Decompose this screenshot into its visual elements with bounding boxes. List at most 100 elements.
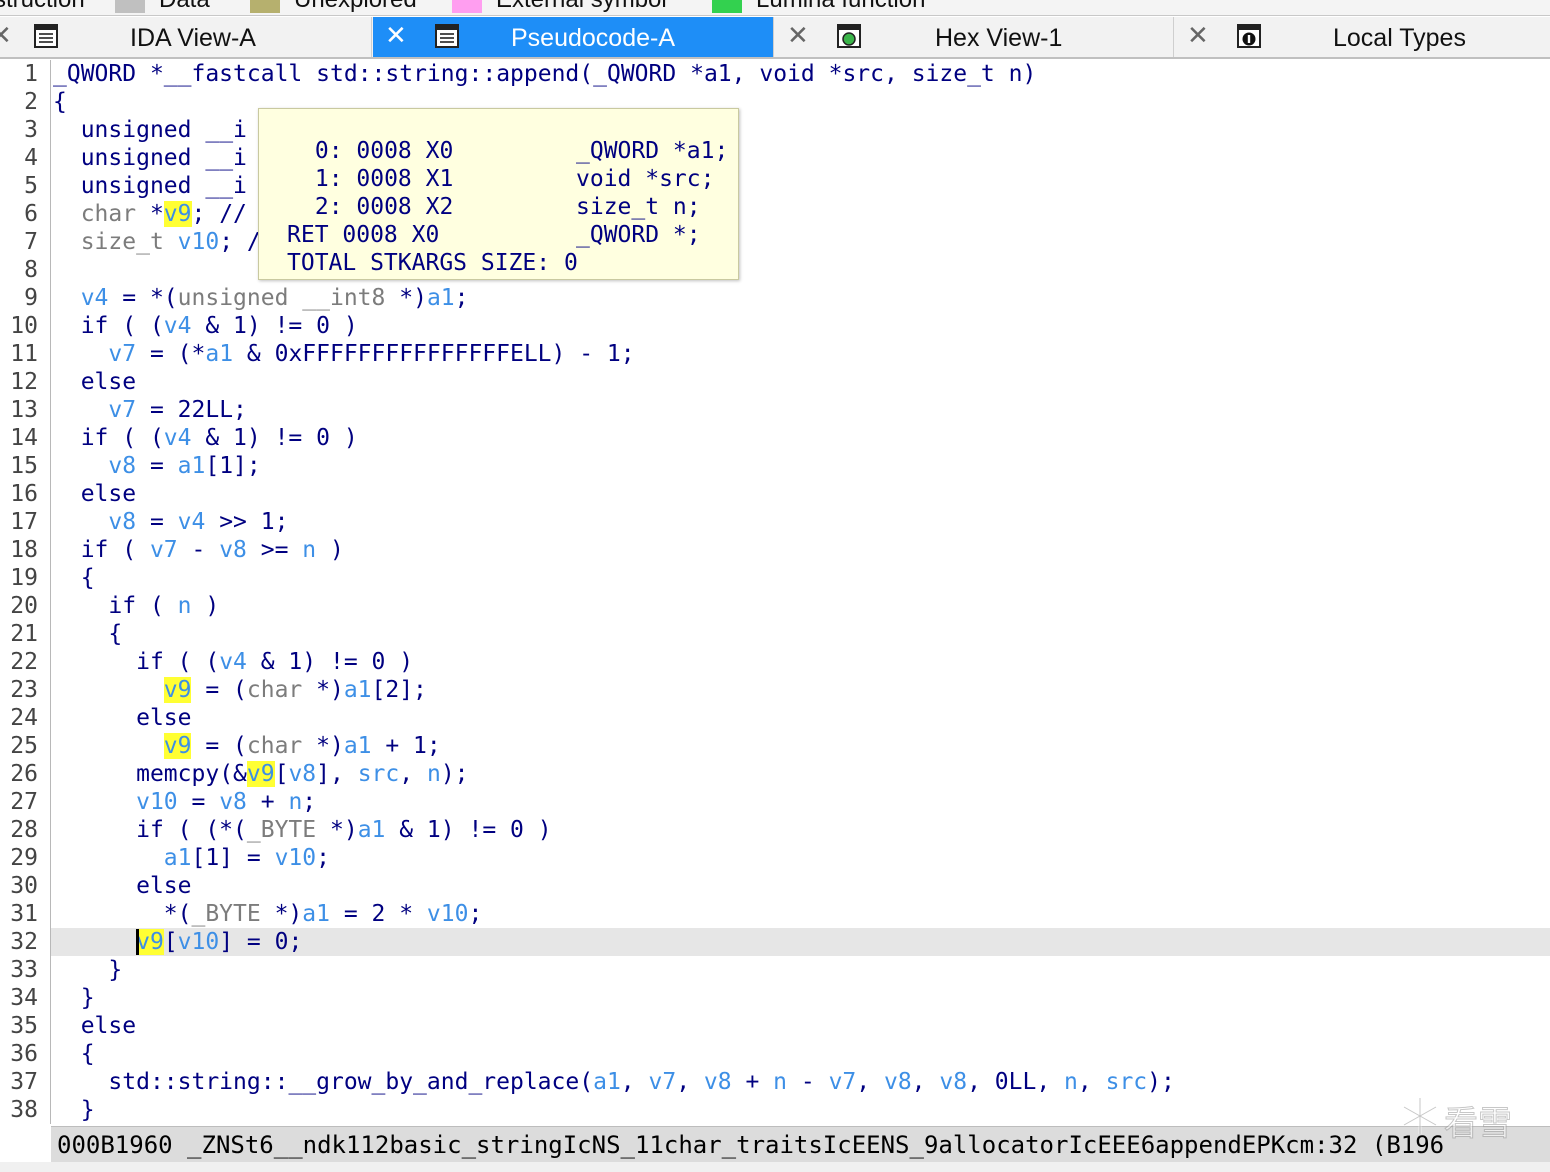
tooltip-decl: void *src; [576,166,715,192]
line-number: 18 [10,537,38,563]
argument-tooltip: 0: 0008 X0 _QWORD *a1; 1: 0008 X1 void *… [258,108,739,280]
line-number: 32 [10,929,38,955]
line-number: 9 [24,285,38,311]
local-types-icon [1237,24,1261,48]
tooltip-total: TOTAL STKARGS SIZE: 0 [287,250,578,276]
code-line[interactable]: v8 = v4 >> 1; [53,508,288,536]
line-number: 30 [10,873,38,899]
code-line[interactable]: { [53,1040,95,1068]
code-line[interactable]: else [53,480,136,508]
line-number: 36 [10,1041,38,1067]
line-number: 35 [10,1013,38,1039]
code-line[interactable]: char *v9; // [53,200,247,228]
code-line[interactable]: } [53,956,122,984]
legend-swatch [250,0,280,13]
code-line[interactable]: memcpy(&v9[v8], src, n); [53,760,469,788]
line-number: 17 [10,509,38,535]
code-line[interactable]: unsigned __i [53,116,247,144]
code-line[interactable]: unsigned __i [53,172,247,200]
tab-label: IDA View-A [130,24,256,52]
list-view-icon [34,24,58,48]
line-number: 24 [10,705,38,731]
legend-item-instruction: struction [0,0,85,14]
line-number: 11 [10,341,38,367]
code-line[interactable]: { [53,620,122,648]
code-line[interactable]: } [53,1096,95,1124]
code-line[interactable]: if ( v7 - v8 >= n ) [53,536,344,564]
code-line[interactable]: std::string::__grow_by_and_replace(a1, v… [53,1068,1174,1096]
line-number: 28 [10,817,38,843]
close-icon[interactable]: ✕ [1187,23,1209,49]
line-number: 26 [10,761,38,787]
line-number: 25 [10,733,38,759]
snowflake-icon [1403,1098,1437,1134]
line-number: 3 [24,117,38,143]
status-bar: 000B1960 _ZNSt6__ndk112basic_stringIcNS_… [51,1126,1550,1162]
tooltip-decl: _QWORD *a1; [576,138,729,164]
status-text: 000B1960 _ZNSt6__ndk112basic_stringIcNS_… [57,1131,1445,1159]
code-line[interactable]: v7 = (*a1 & 0xFFFFFFFFFFFFFFFELL) - 1; [53,340,634,368]
close-icon[interactable]: ✕ [787,23,809,49]
code-line[interactable]: else [53,368,136,396]
tab-label: Local Types [1333,24,1466,52]
code-line[interactable]: if ( (v4 & 1) != 0 ) [53,424,358,452]
tab-pseudocode-a[interactable]: ✕ Pseudocode-A [373,17,774,57]
code-line[interactable]: } [53,984,95,1012]
legend-label: struction [0,0,85,14]
code-line[interactable]: v9[v10] = 0; [53,928,302,956]
list-view-icon [435,24,459,48]
legend-label: External symbol [496,0,667,14]
watermark: 看雪 [1398,1092,1548,1145]
code-line[interactable]: v9 = (char *)a1 + 1; [53,732,441,760]
line-number: 6 [24,201,38,227]
tab-hidden-close[interactable]: ✕ [0,17,12,57]
code-line[interactable]: a1[1] = v10; [53,844,330,872]
code-line[interactable]: v8 = a1[1]; [53,452,260,480]
code-line[interactable]: if ( n ) [53,592,219,620]
legend-item-data: Data [115,0,210,14]
line-number: 5 [24,173,38,199]
tab-ida-view-a[interactable]: IDA View-A [10,17,372,57]
hex-view-icon [837,24,861,48]
tab-hex-view-1[interactable]: ✕ Hex View-1 [775,17,1174,57]
code-line[interactable]: if ( (v4 & 1) != 0 ) [53,648,413,676]
code-line[interactable]: if ( (v4 & 1) != 0 ) [53,312,358,340]
bottom-strip [0,1162,1550,1172]
tooltip-decl: _QWORD *; [576,222,701,248]
code-line[interactable]: else [53,704,191,732]
code-line[interactable]: { [53,564,95,592]
code-line[interactable]: _QWORD *__fastcall std::string::append(_… [53,60,1036,88]
code-line[interactable]: v7 = 22LL; [53,396,247,424]
line-number: 33 [10,957,38,983]
line-number: 14 [10,425,38,451]
tooltip-slot: 2: 0008 X2 [301,194,454,220]
line-number: 7 [24,229,38,255]
legend-label: Data [159,0,210,14]
legend-label: Lumina function [756,0,925,14]
tab-bar: ✕ IDA View-A ✕ Pseudocode-A ✕ Hex View-1… [0,17,1550,59]
code-line[interactable]: unsigned __i [53,144,247,172]
code-line[interactable]: size_t v10; / [53,228,261,256]
code-line[interactable]: else [53,1012,136,1040]
code-line[interactable]: v9 = (char *)a1[2]; [53,676,427,704]
legend-item-lumina-function: Lumina function [712,0,925,14]
text-caret [136,929,139,955]
line-number: 20 [10,593,38,619]
code-line[interactable]: v4 = *(unsigned __int8 *)a1; [53,284,469,312]
line-number: 1 [24,61,38,87]
code-line[interactable]: { [53,88,67,116]
color-legend: struction Data Unexplored External symbo… [0,0,1550,16]
code-line[interactable]: else [53,872,191,900]
pseudocode-view[interactable]: 1 2 3 4 5 6 7 8 9 10 11 12 13 14 15 16 17 18 19 20 21 22 23 24 2… [0,60,1550,1124]
code-line[interactable]: if ( (*(_BYTE *)a1 & 1) != 0 ) [53,816,551,844]
line-number: 27 [10,789,38,815]
line-number: 19 [10,565,38,591]
line-number: 15 [10,453,38,479]
tab-label: Hex View-1 [935,24,1063,52]
code-line[interactable]: *(_BYTE *)a1 = 2 * v10; [53,900,483,928]
line-number: 12 [10,369,38,395]
code-line[interactable]: v10 = v8 + n; [53,788,316,816]
tab-label: Pseudocode-A [511,24,676,52]
tab-local-types[interactable]: ✕ Local Types [1175,17,1550,57]
close-icon[interactable]: ✕ [385,23,407,49]
